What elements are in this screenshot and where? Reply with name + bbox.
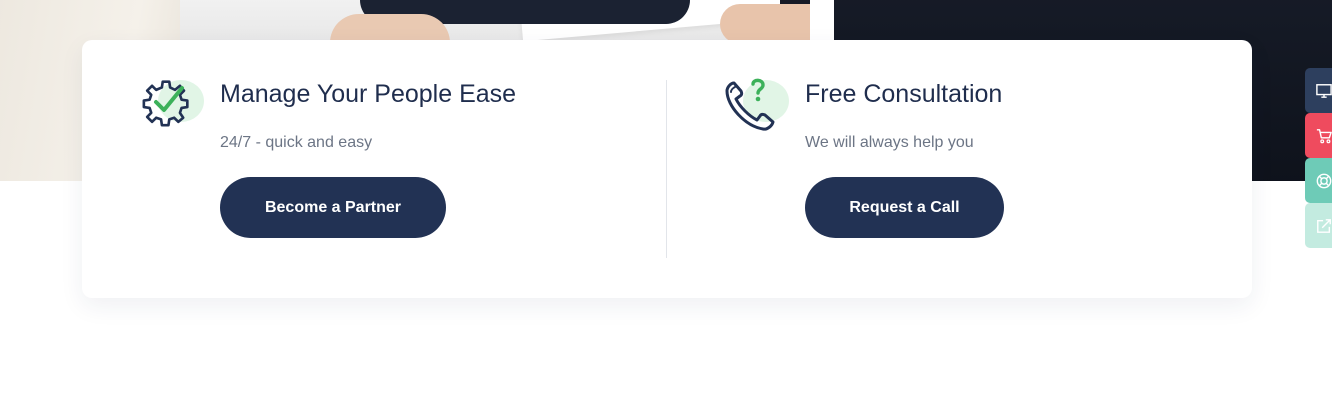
feature-subtitle: We will always help you xyxy=(805,134,974,151)
monitor-icon xyxy=(1316,83,1332,98)
feature-title: Free Consultation xyxy=(805,80,1003,108)
sidebar-cart-button[interactable] xyxy=(1305,113,1332,158)
external-link-icon xyxy=(1317,218,1331,233)
phone-question-icon xyxy=(725,78,789,132)
lifebuoy-icon xyxy=(1316,173,1332,188)
request-call-button[interactable]: Request a Call xyxy=(805,177,1004,238)
feature-title: Manage Your People Ease xyxy=(220,80,517,108)
column-divider xyxy=(666,80,667,258)
become-partner-button[interactable]: Become a Partner xyxy=(220,177,446,238)
hero-photo-shirt-cuff xyxy=(810,0,834,42)
sidebar-demos-button[interactable] xyxy=(1305,68,1332,113)
floating-sidebar xyxy=(1305,68,1332,248)
feature-card: Manage Your People Ease 24/7 - quick and… xyxy=(82,40,1252,298)
sidebar-support-button[interactable] xyxy=(1305,158,1332,203)
gear-check-icon xyxy=(140,78,204,132)
cart-icon xyxy=(1316,128,1332,143)
feature-subtitle: 24/7 - quick and easy xyxy=(220,134,373,151)
sidebar-docs-button[interactable] xyxy=(1305,203,1332,248)
